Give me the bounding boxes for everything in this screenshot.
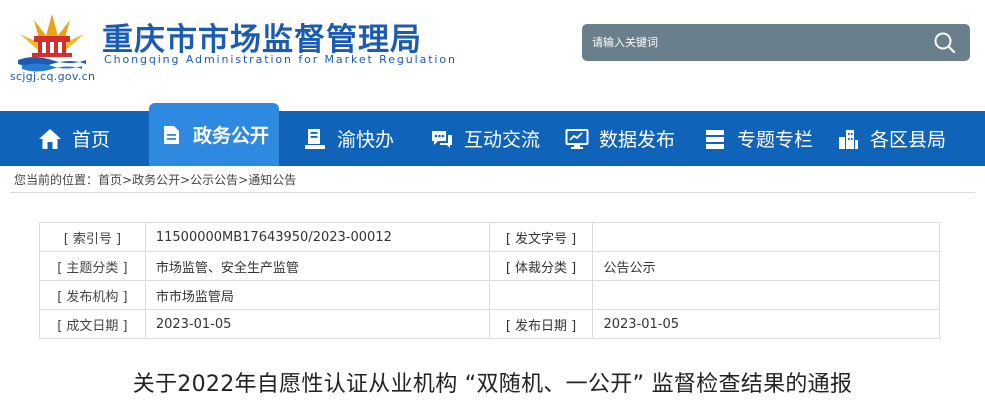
nav-item-label: 各区县局 xyxy=(870,129,947,151)
issuer-label: [ 发布机构 ] xyxy=(39,280,146,310)
breadcrumb-prefix: 您当前的位置： xyxy=(14,173,99,187)
breadcrumb-link-home[interactable]: 首页 xyxy=(98,173,122,187)
search-box xyxy=(582,24,970,61)
topic-label: [ 主题分类 ] xyxy=(39,251,146,281)
nav-item-home[interactable]: 首页 xyxy=(38,111,110,166)
index-no-label: [ 索引号 ] xyxy=(39,222,146,252)
nav-item-label: 政务公开 xyxy=(193,125,270,147)
nav-item-label: 渝快办 xyxy=(337,129,395,151)
nav-item-interaction[interactable]: 互动交流 xyxy=(430,111,540,166)
breadcrumb: 您当前的位置：首页>政务公开>公示公告>通知公告 xyxy=(10,168,975,193)
main-nav: 首页 政务公开 渝快办 互动交流 数据发布 专题专栏 各区县局 xyxy=(0,103,985,166)
nav-item-label: 数据发布 xyxy=(599,129,676,151)
created-date-label: [ 成文日期 ] xyxy=(39,309,146,339)
topic-value: 市场监管、安全生产监管 xyxy=(144,251,490,281)
site-header: scjgj.cq.gov.cn 重庆市市场监督管理局 Chongqing Adm… xyxy=(0,0,985,111)
search-input[interactable] xyxy=(592,30,922,55)
empty-cell xyxy=(488,280,594,310)
breadcrumb-link-announcements[interactable]: 公示公告 xyxy=(190,173,238,187)
breadcrumb-separator: > xyxy=(180,173,191,187)
table-row: [ 发布机构 ] 市市场监管局 xyxy=(39,280,940,310)
breadcrumb-link-gov-affairs[interactable]: 政务公开 xyxy=(132,173,180,187)
empty-cell xyxy=(592,280,940,310)
nav-item-gov-affairs[interactable]: 政务公开 xyxy=(149,103,280,166)
site-subtitle: Chongqing Administration for Market Regu… xyxy=(104,53,457,66)
service-icon xyxy=(305,128,325,149)
document-info-table: [ 索引号 ] 11500000MB17643950/2023-00012 [ … xyxy=(39,222,940,339)
nav-item-special-topics[interactable]: 专题专栏 xyxy=(703,111,813,166)
building-icon xyxy=(839,129,858,149)
table-row: [ 主题分类 ] 市场监管、安全生产监管 [ 体裁分类 ] 公告公示 xyxy=(39,251,940,281)
chat-icon xyxy=(432,130,452,148)
document-icon xyxy=(164,125,179,144)
created-date-value: 2023-01-05 xyxy=(144,309,490,339)
genre-label: [ 体裁分类 ] xyxy=(488,251,594,281)
index-no-value: 11500000MB17643950/2023-00012 xyxy=(144,222,490,252)
nav-item-districts[interactable]: 各区县局 xyxy=(836,111,946,166)
published-date-value: 2023-01-05 xyxy=(592,309,940,339)
article-title: 关于2022年自愿性认证从业机构 “双随机、一公开” 监督检查结果的通报 xyxy=(132,372,853,397)
issuer-value: 市市场监管局 xyxy=(144,280,490,310)
nav-item-label: 互动交流 xyxy=(464,129,541,151)
doc-no-value xyxy=(592,222,940,252)
table-row: [ 成文日期 ] 2023-01-05 [ 发布日期 ] 2023-01-05 xyxy=(39,309,940,339)
published-date-label: [ 发布日期 ] xyxy=(488,309,594,339)
doc-no-label: [ 发文字号 ] xyxy=(488,222,594,252)
breadcrumb-separator: > xyxy=(238,173,249,187)
government-emblem-icon[interactable] xyxy=(12,6,92,72)
table-row: [ 索引号 ] 11500000MB17643950/2023-00012 [ … xyxy=(39,222,940,252)
list-icon xyxy=(706,129,724,149)
home-icon xyxy=(39,128,61,149)
nav-item-yukuaiban[interactable]: 渝快办 xyxy=(303,111,394,166)
breadcrumb-separator: > xyxy=(122,173,133,187)
nav-item-data-release[interactable]: 数据发布 xyxy=(565,111,675,166)
nav-item-label: 首页 xyxy=(72,129,111,151)
genre-value: 公告公示 xyxy=(592,251,940,281)
breadcrumb-link-notices[interactable]: 通知公告 xyxy=(248,173,296,187)
monitor-chart-icon xyxy=(565,128,589,149)
nav-item-label: 专题专栏 xyxy=(737,129,814,151)
site-domain: scjgj.cq.gov.cn xyxy=(10,70,96,83)
search-icon[interactable] xyxy=(932,30,958,56)
